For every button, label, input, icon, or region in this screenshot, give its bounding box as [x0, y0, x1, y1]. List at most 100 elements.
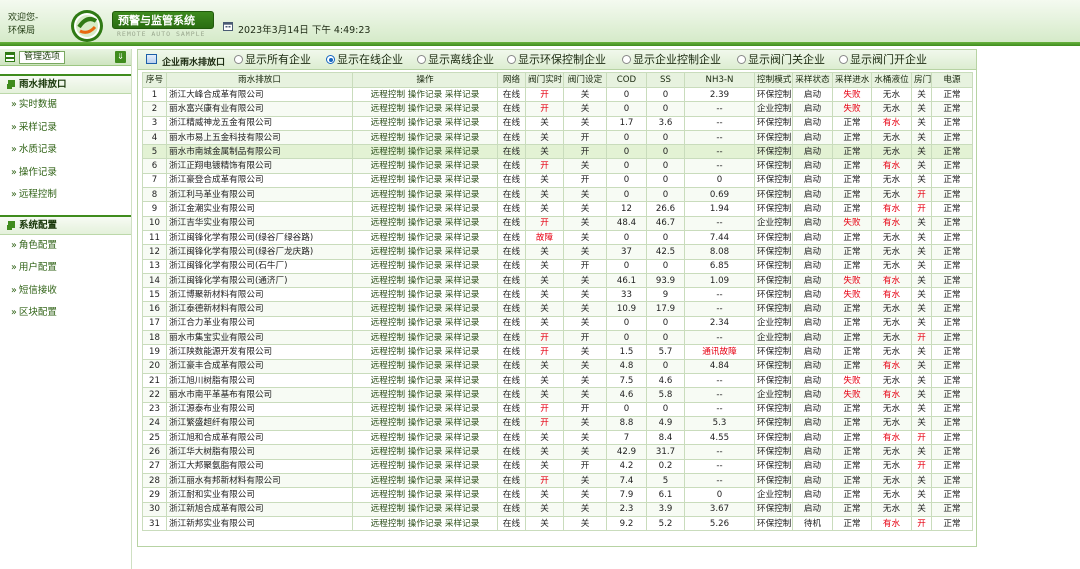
sampling-records-link[interactable]: 采样记录	[445, 147, 479, 157]
operation-records-link[interactable]: 操作记录	[408, 347, 442, 357]
sampling-records-link[interactable]: 采样记录	[445, 476, 479, 486]
sampling-records-link[interactable]: 采样记录	[445, 361, 479, 371]
operation-records-link[interactable]: 操作记录	[408, 504, 442, 514]
sampling-records-link[interactable]: 采样记录	[445, 161, 479, 171]
table-row[interactable]: 3 浙江精威神龙五金有限公司 远程控制 操作记录 采样记录 在线关关 1.7 3.6 -- 环…	[142, 115, 973, 131]
remote-control-link[interactable]: 远程控制	[371, 418, 405, 428]
operation-records-link[interactable]: 操作记录	[408, 476, 442, 486]
radio-button[interactable]	[326, 55, 335, 64]
operation-records-link[interactable]: 操作记录	[408, 376, 442, 386]
operation-records-link[interactable]: 操作记录	[408, 361, 442, 371]
remote-control-link[interactable]: 远程控制	[371, 404, 405, 414]
remote-control-link[interactable]: 远程控制	[371, 504, 405, 514]
sidebar-item-remote-control[interactable]: » 远程控制	[0, 184, 131, 207]
sampling-records-link[interactable]: 采样记录	[445, 376, 479, 386]
table-row[interactable]: 7 浙江豪登合成革有限公司 远程控制 操作记录 采样记录 在线关开 0 0 0 环保控制 启动正…	[142, 172, 973, 189]
remote-control-link[interactable]: 远程控制	[371, 276, 405, 286]
sampling-records-link[interactable]: 采样记录	[445, 490, 479, 500]
sampling-records-link[interactable]: 采样记录	[445, 304, 479, 314]
table-row[interactable]: 15 浙江博聚新材料有限公司 远程控制 操作记录 采样记录 在线关关 33 9 -- 环保控制…	[142, 287, 973, 303]
table-row[interactable]: 11 浙江闽锋化学有限公司(绿谷厂绿谷路) 远程控制 操作记录 采样记录 在线 故障关 0…	[142, 229, 973, 246]
sampling-records-link[interactable]: 采样记录	[445, 418, 479, 428]
table-row[interactable]: 19 浙江陕数能源开发有限公司 远程控制 操作记录 采样记录 在线开关 1.5 5.7 通讯…	[142, 344, 973, 360]
operation-records-link[interactable]: 操作记录	[408, 390, 442, 400]
table-row[interactable]: 28 浙江丽水有邦新材料有限公司 远程控制 操作记录 采样记录 在线开关 7.4 5 -- 环…	[142, 473, 973, 489]
filter-company-control[interactable]: 显示企业控制企业	[622, 54, 721, 66]
sampling-records-link[interactable]: 采样记录	[445, 318, 479, 328]
radio-button[interactable]	[622, 55, 631, 64]
table-row[interactable]: 9 浙江金潮实业有限公司 远程控制 操作记录 采样记录 在线关关 12 26.6 1.94 环…	[142, 201, 973, 217]
operation-records-link[interactable]: 操作记录	[408, 304, 442, 314]
remote-control-link[interactable]: 远程控制	[371, 433, 405, 443]
operation-records-link[interactable]: 操作记录	[408, 333, 442, 343]
sampling-records-link[interactable]: 采样记录	[445, 461, 479, 471]
table-row[interactable]: 30 浙江新旭合成革有限公司 远程控制 操作记录 采样记录 在线关关 2.3 3.9 3.6…	[142, 501, 973, 517]
operation-records-link[interactable]: 操作记录	[408, 276, 442, 286]
sampling-records-link[interactable]: 采样记录	[445, 390, 479, 400]
table-row[interactable]: 12 浙江闽锋化学有限公司(绿谷厂龙庆路) 远程控制 操作记录 采样记录 在线关关 37…	[142, 244, 973, 260]
operation-records-link[interactable]: 操作记录	[408, 118, 442, 128]
table-row[interactable]: 6 浙江正翔电镀精饰有限公司 远程控制 操作记录 采样记录 在线开关 0 0 -- 环保控制启…	[142, 158, 973, 174]
remote-control-link[interactable]: 远程控制	[371, 104, 405, 114]
table-row[interactable]: 24 浙江繁盛超纤有限公司 远程控制 操作记录 采样记录 在线开关 8.8 4.9 5.3 环…	[142, 415, 973, 432]
filter-valve-open[interactable]: 显示阀门开企业	[839, 54, 927, 66]
remote-control-link[interactable]: 远程控制	[371, 233, 405, 243]
remote-control-link[interactable]: 远程控制	[371, 333, 405, 343]
filter-online[interactable]: 显示在线企业	[326, 54, 403, 66]
table-row[interactable]: 18 丽水市集宝实业有限公司 远程控制 操作记录 采样记录 在线开开 0 0 -- 企业控制启…	[142, 330, 973, 346]
remote-control-link[interactable]: 远程控制	[371, 490, 405, 500]
remote-control-link[interactable]: 远程控制	[371, 161, 405, 171]
sidebar-item-operation-records[interactable]: » 操作记录	[0, 162, 131, 185]
remote-control-link[interactable]: 远程控制	[371, 175, 405, 185]
operation-records-link[interactable]: 操作记录	[408, 204, 442, 214]
table-row[interactable]: 21 浙江旭川树脂有限公司 远程控制 操作记录 采样记录 在线关关 7.5 4.6 -- 环保…	[142, 372, 973, 389]
sidebar-item-realtime-data[interactable]: » 实时数据	[0, 94, 131, 117]
table-row[interactable]: 20 浙江豪丰合成革有限公司 远程控制 操作记录 采样记录 在线关关 4.8 0 4.84 环…	[142, 358, 973, 374]
operation-records-link[interactable]: 操作记录	[408, 418, 442, 428]
remote-control-link[interactable]: 远程控制	[371, 447, 405, 457]
operation-records-link[interactable]: 操作记录	[408, 290, 442, 300]
sampling-records-link[interactable]: 采样记录	[445, 333, 479, 343]
remote-control-link[interactable]: 远程控制	[371, 318, 405, 328]
sampling-records-link[interactable]: 采样记录	[445, 433, 479, 443]
section-system-config[interactable]: 系统配置	[0, 214, 131, 235]
table-row[interactable]: 26 浙江华大树脂有限公司 远程控制 操作记录 采样记录 在线关关 42.9 31.7 --…	[142, 444, 973, 460]
sampling-records-link[interactable]: 采样记录	[445, 347, 479, 357]
operation-records-link[interactable]: 操作记录	[408, 161, 442, 171]
remote-control-link[interactable]: 远程控制	[371, 290, 405, 300]
radio-button[interactable]	[737, 55, 746, 64]
table-row[interactable]: 8 浙江利马革业有限公司 远程控制 操作记录 采样记录 在线关关 0 0 0.69 环保控制启…	[142, 187, 973, 203]
operation-records-link[interactable]: 操作记录	[408, 519, 442, 529]
remote-control-link[interactable]: 远程控制	[371, 133, 405, 143]
sampling-records-link[interactable]: 采样记录	[445, 118, 479, 128]
sampling-records-link[interactable]: 采样记录	[445, 104, 479, 114]
filter-all[interactable]: 显示所有企业	[234, 54, 311, 66]
sampling-records-link[interactable]: 采样记录	[445, 247, 479, 257]
remote-control-link[interactable]: 远程控制	[371, 390, 405, 400]
radio-button[interactable]	[507, 55, 516, 64]
remote-control-link[interactable]: 远程控制	[371, 519, 405, 529]
remote-control-link[interactable]: 远程控制	[371, 376, 405, 386]
operation-records-link[interactable]: 操作记录	[408, 461, 442, 471]
sidebar-item-sampling-records[interactable]: » 采样记录	[0, 117, 131, 140]
sampling-records-link[interactable]: 采样记录	[445, 290, 479, 300]
operation-records-link[interactable]: 操作记录	[408, 433, 442, 443]
sidebar-item-role-config[interactable]: » 角色配置	[0, 235, 131, 258]
table-row[interactable]: 16 浙江泰德新材料有限公司 远程控制 操作记录 采样记录 在线关关 10.9 17.9-…	[142, 301, 973, 317]
filter-env-control[interactable]: 显示环保控制企业	[507, 54, 606, 66]
operation-records-link[interactable]: 操作记录	[408, 233, 442, 243]
sampling-records-link[interactable]: 采样记录	[445, 218, 479, 228]
remote-control-link[interactable]: 远程控制	[371, 461, 405, 471]
sidebar-item-block-config[interactable]: » 区块配置	[0, 302, 131, 325]
table-row[interactable]: 1 浙江大峰合成革有限公司 远程控制 操作记录 采样记录 在线开关 0 0 2.39 环保控制…	[142, 86, 973, 103]
table-row[interactable]: 2 丽水富兴康有业有限公司 远程控制 操作记录 采样记录 在线开关 0 0 -- 企业控制 启动…	[142, 101, 973, 117]
sampling-records-link[interactable]: 采样记录	[445, 175, 479, 185]
radio-button[interactable]	[417, 55, 426, 64]
sidebar-item-sms-receive[interactable]: » 短信接收	[0, 280, 131, 303]
sampling-records-link[interactable]: 采样记录	[445, 447, 479, 457]
table-row[interactable]: 4 丽水市易上五金科技有限公司 远程控制 操作记录 采样记录 在线关开 0 0 -- 环保控制…	[142, 129, 973, 146]
table-row[interactable]: 5 丽水市南城金属制品有限公司 远程控制 操作记录 采样记录 在线关开 0 0 -- 环保控制…	[142, 144, 973, 160]
table-row[interactable]: 17 浙江合力革业有限公司 远程控制 操作记录 采样记录 在线关关 0 0 2.34 企业控制…	[142, 315, 973, 332]
remote-control-link[interactable]: 远程控制	[371, 304, 405, 314]
radio-button[interactable]	[234, 55, 243, 64]
